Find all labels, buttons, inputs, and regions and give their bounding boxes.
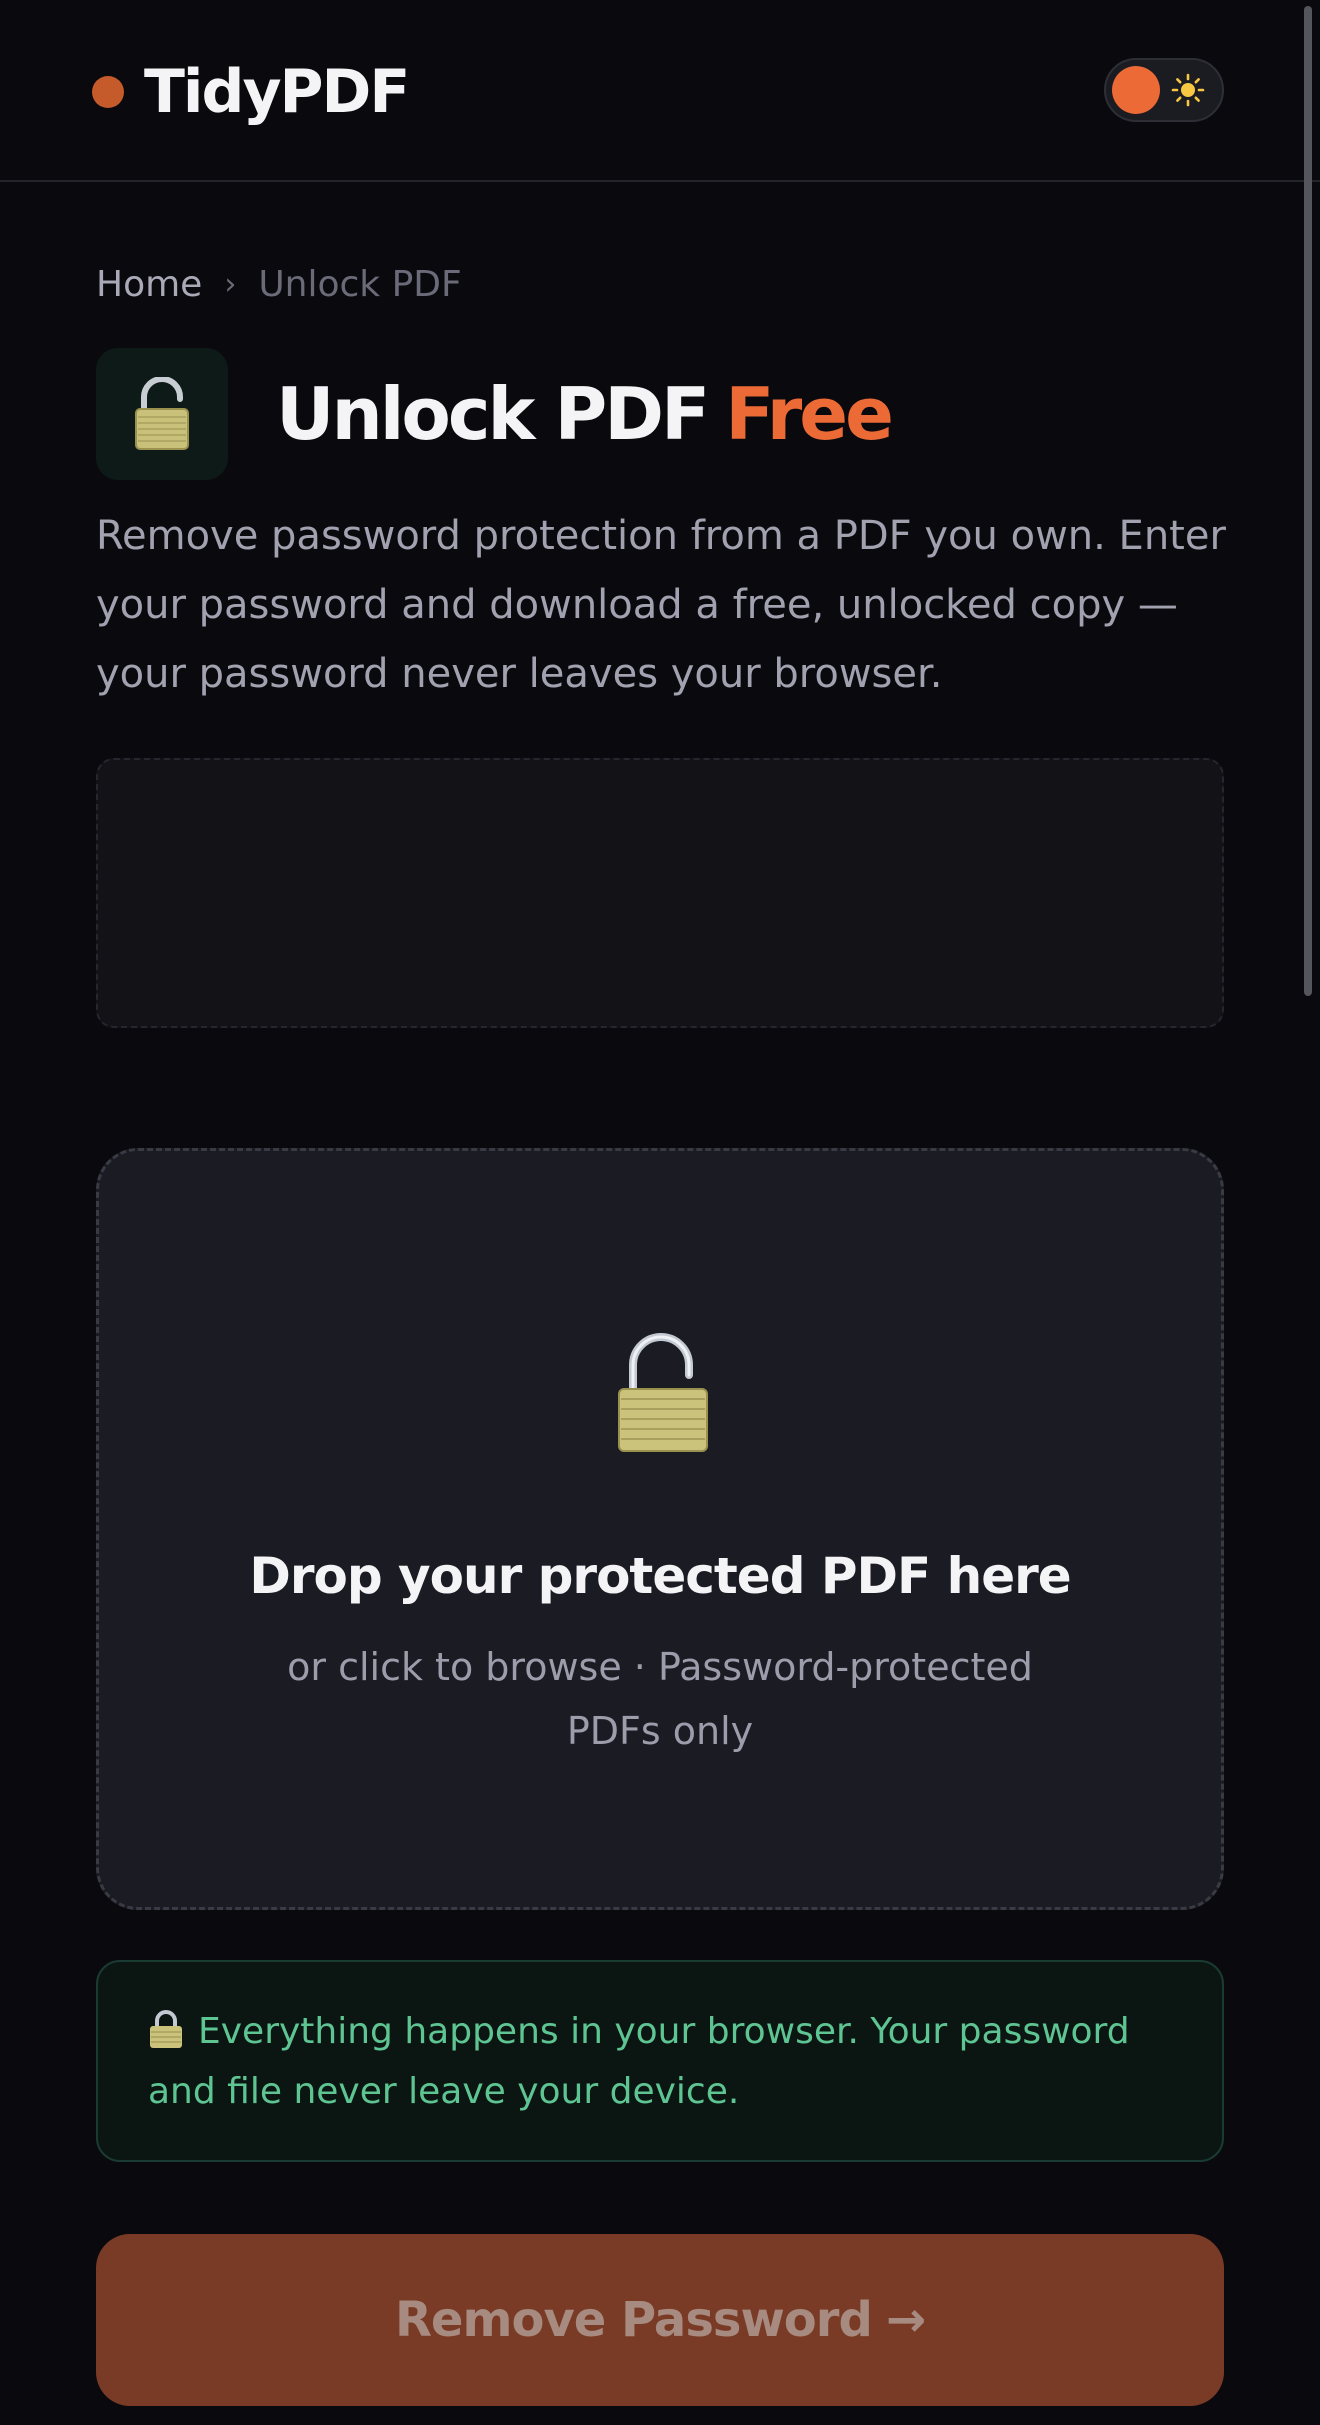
unlocked-padlock-icon	[96, 348, 228, 480]
page-scrollbar[interactable]	[1304, 6, 1312, 996]
brand-dot-icon	[92, 76, 124, 108]
breadcrumb: Home › Unlock PDF	[96, 262, 462, 306]
ad-placeholder	[96, 758, 1224, 1028]
page-description: Remove password protection from a PDF yo…	[96, 513, 1226, 697]
unlock-pdf-page: TidyPDF Home › Unlock PDF Unlock PDF Fre…	[0, 0, 1320, 2425]
dropzone-subtitle: or click to browse · Password-protected …	[287, 1645, 1033, 1753]
padlock-icon	[150, 2010, 182, 2048]
dropzone-title: Drop your protected PDF here	[249, 1547, 1071, 1605]
arrow-right-icon: →	[885, 2292, 926, 2348]
remove-password-label: Remove Password	[394, 2292, 873, 2348]
privacy-note: Everything happens in your browser. Your…	[96, 1960, 1224, 2162]
breadcrumb-home-link[interactable]: Home	[96, 264, 202, 305]
brand-logo-link[interactable]: TidyPDF	[92, 56, 410, 128]
privacy-note-text: Everything happens in your browser. Your…	[148, 2011, 1130, 2112]
toggle-knob	[1112, 66, 1160, 114]
remove-password-button[interactable]: Remove Password →	[96, 2234, 1224, 2406]
theme-toggle[interactable]	[1104, 58, 1224, 122]
page-title-main: Unlock PDF	[276, 372, 710, 456]
brand-name: TidyPDF	[144, 57, 410, 127]
unlocked-padlock-icon	[618, 1333, 708, 1452]
site-header: TidyPDF	[0, 0, 1320, 182]
breadcrumb-current: Unlock PDF	[258, 263, 462, 305]
breadcrumb-separator: ›	[224, 266, 237, 302]
page-title-accent: Free	[725, 372, 894, 456]
sun-icon	[1168, 70, 1208, 110]
page-title: Unlock PDF Free	[276, 368, 894, 460]
file-dropzone[interactable]: Drop your protected PDF here or click to…	[96, 1148, 1224, 1910]
privacy-note-body: Everything happens in your browser. Your…	[148, 2002, 1188, 2122]
